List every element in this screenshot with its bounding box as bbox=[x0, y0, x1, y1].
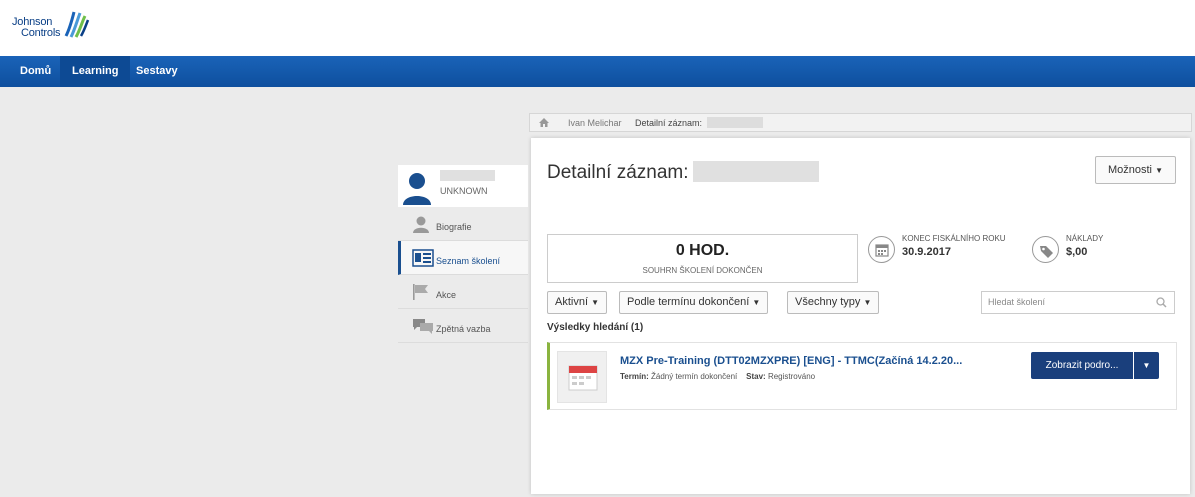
filter-due-date-dropdown[interactable]: Podle termínu dokončení ▼ bbox=[619, 291, 769, 314]
home-icon[interactable] bbox=[538, 117, 550, 128]
logo-line2: Controls bbox=[21, 27, 61, 39]
sidebar-item-feedback[interactable]: Zpětná vazba bbox=[398, 309, 528, 343]
profile-sidebar: Biografie Seznam školení Akce Zpětná vaz… bbox=[398, 207, 528, 343]
term-value: Žádný termín dokončení bbox=[650, 372, 738, 381]
search-input[interactable] bbox=[988, 297, 1148, 307]
caret-down-icon: ▼ bbox=[752, 298, 761, 307]
sidebar-item-label: Biografie bbox=[436, 222, 472, 232]
sidebar-item-label: Seznam školení bbox=[436, 256, 501, 266]
cost-label: NÁKLADY bbox=[1066, 234, 1104, 243]
status-label: Stav: bbox=[746, 372, 766, 381]
filter-label: Podle termínu dokončení bbox=[627, 296, 750, 308]
sidebar-item-biography[interactable]: Biografie bbox=[398, 207, 528, 241]
options-label: Možnosti bbox=[1107, 164, 1153, 176]
flag-icon bbox=[413, 284, 428, 300]
training-title-link[interactable]: MZX Pre-Training (DTT02MZXPRE) [ENG] - T… bbox=[620, 355, 962, 367]
breadcrumb-current: Detailní záznam: bbox=[635, 118, 703, 128]
filter-active-dropdown[interactable]: Aktivní ▼ bbox=[547, 291, 607, 314]
training-summary-box: 0 HOD. SOUHRN ŠKOLENÍ DOKONČEN bbox=[547, 234, 858, 283]
training-meta: Termín: Žádný termín dokončení Stav: Reg… bbox=[620, 372, 815, 381]
caret-down-icon: ▼ bbox=[591, 298, 599, 307]
filter-type-dropdown[interactable]: Všechny typy ▼ bbox=[787, 291, 880, 314]
nav-learning[interactable]: Learning bbox=[60, 56, 131, 87]
caret-down-icon: ▼ bbox=[1142, 361, 1151, 370]
options-button[interactable]: Možnosti ▼ bbox=[1095, 156, 1176, 184]
sidebar-item-label: Akce bbox=[436, 290, 457, 300]
nav-home[interactable]: Domů bbox=[8, 56, 63, 87]
fiscal-value: 30.9.2017 bbox=[902, 246, 951, 258]
breadcrumb-user[interactable]: Ivan Melichar bbox=[568, 118, 622, 128]
filter-label: Všechny typy bbox=[795, 296, 861, 308]
nav-reports[interactable]: Sestavy bbox=[124, 56, 190, 87]
main-navbar: Domů Learning Sestavy bbox=[0, 56, 1195, 87]
sidebar-item-transcript[interactable]: Seznam školení bbox=[398, 241, 528, 275]
training-hours: 0 HOD. bbox=[675, 242, 730, 259]
filter-label: Aktivní bbox=[555, 296, 589, 308]
calendar-icon bbox=[557, 351, 607, 403]
person-icon bbox=[413, 216, 429, 233]
redacted-block bbox=[707, 117, 763, 128]
breadcrumb: Ivan Melichar Detailní záznam: bbox=[529, 113, 1192, 132]
sidebar-item-actions[interactable]: Akce bbox=[398, 275, 528, 309]
transcript-icon bbox=[412, 249, 434, 267]
feedback-icon bbox=[413, 319, 433, 334]
redacted-block bbox=[440, 170, 495, 181]
logo-mark-icon bbox=[64, 11, 90, 38]
transcript-panel: Detailní záznam: Možnosti ▼ 0 HOD. SOUHR… bbox=[531, 138, 1190, 494]
calendar-icon bbox=[868, 236, 895, 263]
results-count: Výsledky hledání (1) bbox=[547, 322, 644, 333]
view-details-dropdown[interactable]: ▼ bbox=[1134, 352, 1159, 379]
caret-down-icon: ▼ bbox=[1155, 166, 1163, 175]
tag-icon bbox=[1032, 236, 1059, 263]
cost-value: $,00 bbox=[1066, 246, 1088, 258]
search-icon[interactable] bbox=[1156, 297, 1167, 308]
training-hours-label: SOUHRN ŠKOLENÍ DOKONČEN bbox=[642, 266, 763, 275]
list-item: MZX Pre-Training (DTT02MZXPRE) [ENG] - T… bbox=[547, 342, 1177, 410]
view-details-button[interactable]: Zobrazit podro... bbox=[1031, 352, 1133, 379]
caret-down-icon: ▼ bbox=[863, 298, 872, 307]
app-header: Johnson Controls bbox=[0, 0, 1195, 56]
redacted-block bbox=[693, 161, 819, 182]
status-value: Registrováno bbox=[767, 372, 816, 381]
user-card: UNKNOWN bbox=[398, 165, 528, 207]
fiscal-label: KONEC FISKÁLNÍHO ROKU bbox=[902, 234, 1006, 243]
sidebar-item-label: Zpětná vazba bbox=[436, 324, 491, 334]
term-label: Termín: bbox=[620, 372, 649, 381]
avatar-icon bbox=[403, 173, 431, 205]
training-search bbox=[981, 291, 1175, 314]
page-title: Detailní záznam: bbox=[547, 162, 689, 183]
user-name: UNKNOWN bbox=[440, 186, 488, 196]
company-logo[interactable]: Johnson Controls bbox=[12, 10, 92, 46]
